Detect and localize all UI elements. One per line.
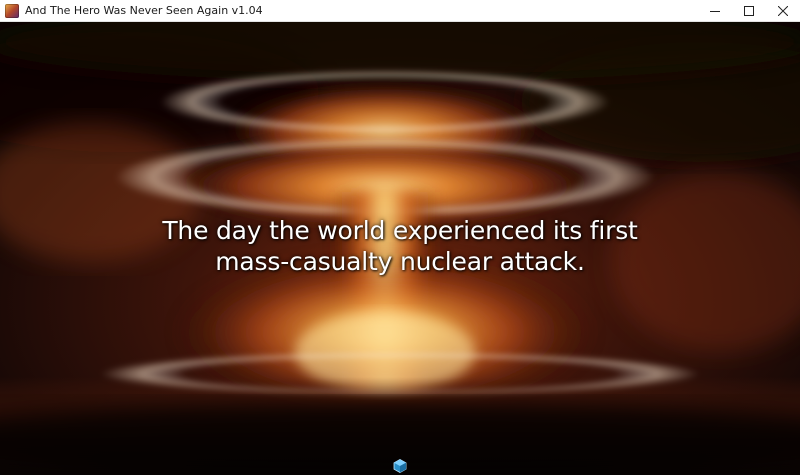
window-title: And The Hero Was Never Seen Again v1.04 — [25, 4, 263, 17]
close-icon — [778, 5, 788, 16]
continue-cursor-icon[interactable] — [393, 459, 407, 473]
maximize-button[interactable] — [732, 0, 766, 22]
close-button[interactable] — [766, 0, 800, 22]
game-viewport[interactable]: The day the world experienced its first … — [0, 22, 800, 475]
minimize-button[interactable] — [698, 0, 732, 22]
minimize-icon — [710, 10, 720, 12]
narration-line-1: The day the world experienced its first — [162, 216, 638, 245]
game-window: And The Hero Was Never Seen Again v1.04 — [0, 0, 800, 475]
title-bar[interactable]: And The Hero Was Never Seen Again v1.04 — [0, 0, 800, 22]
narration-text: The day the world experienced its first … — [0, 215, 800, 277]
maximize-icon — [744, 5, 754, 16]
window-controls — [698, 0, 800, 22]
narration-line-2: mass-casualty nuclear attack. — [215, 247, 585, 276]
game-app-icon[interactable] — [5, 3, 19, 18]
